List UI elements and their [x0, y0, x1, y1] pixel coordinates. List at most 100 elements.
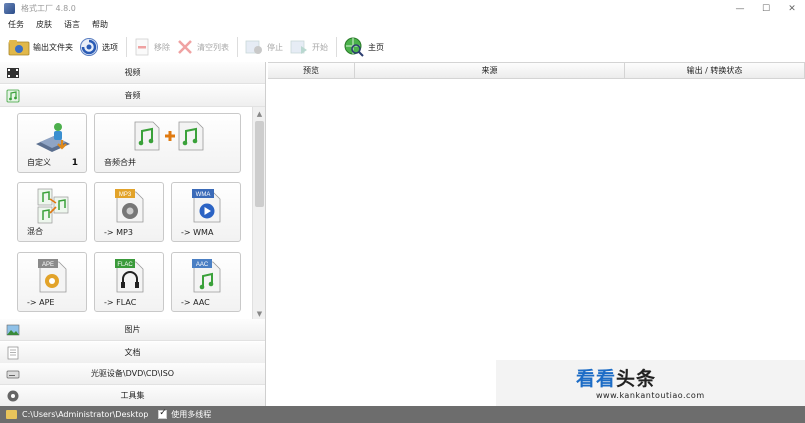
watermark: 看看头条 www.kankantoutiao.com	[496, 360, 805, 406]
tile-to-flac[interactable]: FLAC -> FLAC	[94, 252, 164, 312]
tile-label: 音频合并	[104, 158, 136, 167]
globe-search-icon	[344, 37, 364, 57]
audio-merge-icon	[134, 121, 204, 151]
app-icon	[4, 3, 15, 14]
aac-file-icon: AAC	[192, 259, 221, 293]
status-bar: C:\Users\Administrator\Desktop 使用多线程	[0, 406, 805, 423]
music-note-icon	[6, 89, 20, 103]
category-label: 工具集	[120, 391, 145, 400]
start-button[interactable]: 开始	[289, 35, 328, 59]
multithread-checkbox[interactable]	[158, 408, 168, 419]
watermark-text-b: 头条	[616, 368, 657, 390]
task-list-panel: 预览 来源 输出 / 转换状态	[268, 62, 805, 406]
tile-label: 混合	[27, 227, 43, 236]
window-title: 格式工厂 4.8.0	[21, 4, 76, 13]
toolbar-separator	[237, 37, 238, 57]
stop-button[interactable]: 停止	[244, 35, 283, 59]
category-document[interactable]: 文档	[0, 342, 265, 364]
multithread-label: 使用多线程	[171, 410, 212, 419]
tools-icon	[7, 390, 19, 402]
wma-badge-text: WMA	[196, 192, 211, 198]
tile-to-wma[interactable]: WMA -> WMA	[171, 182, 241, 242]
stop-icon	[245, 40, 262, 54]
category-audio[interactable]: 音频	[0, 85, 265, 107]
title-bar: 格式工厂 4.8.0 — ☐ ✕	[0, 0, 805, 17]
tile-label: 自定义	[27, 158, 51, 167]
options-label: 选项	[102, 42, 118, 52]
tile-audio-merge[interactable]: 音频合并	[94, 113, 241, 173]
tile-mix[interactable]: 混合	[17, 182, 87, 242]
category-label: 音频	[124, 91, 141, 100]
scroll-thumb[interactable]	[255, 121, 264, 207]
category-label: 文档	[124, 348, 141, 357]
tile-label: -> MP3	[104, 228, 133, 237]
clear-icon	[178, 40, 192, 54]
watermark-text-a: 看看	[576, 368, 617, 390]
audio-function-grid: 自定义 1 音频合并 混合 MP3 -> MP3 WMA -> WMA APE …	[0, 107, 265, 320]
toolbar-separator	[126, 37, 127, 57]
menu-help[interactable]: 帮助	[92, 19, 108, 30]
output-folder-button[interactable]: 输出文件夹	[8, 35, 73, 59]
maximize-button[interactable]: ☐	[753, 0, 779, 17]
column-source[interactable]: 来源	[355, 63, 625, 78]
tile-to-ape[interactable]: APE -> APE	[17, 252, 87, 312]
folder-icon	[8, 40, 30, 56]
start-icon	[290, 40, 307, 54]
tile-custom[interactable]: 自定义 1	[17, 113, 87, 173]
minimize-button[interactable]: —	[727, 0, 753, 17]
remove-button[interactable]: 移除	[133, 35, 170, 59]
remove-label: 移除	[154, 42, 170, 52]
tile-to-mp3[interactable]: MP3 -> MP3	[94, 182, 164, 242]
clear-list-button[interactable]: 清空列表	[176, 35, 229, 59]
scroll-up-arrow[interactable]: ▲	[254, 108, 265, 119]
close-button[interactable]: ✕	[779, 0, 805, 17]
tile-label: -> FLAC	[104, 298, 137, 307]
mix-icon	[37, 188, 69, 224]
column-output-status[interactable]: 输出 / 转换状态	[625, 63, 805, 78]
menu-skin[interactable]: 皮肤	[36, 19, 52, 30]
start-label: 开始	[312, 42, 328, 52]
tile-count: 1	[71, 158, 78, 168]
disc-drive-icon	[6, 370, 20, 379]
clear-list-label: 清空列表	[197, 42, 229, 52]
task-table-header: 预览 来源 输出 / 转换状态	[268, 62, 805, 79]
toolbar: 输出文件夹 选项 移除 清空列表 停止 开始 主页	[0, 33, 805, 61]
watermark-logo: 看看头条	[576, 364, 656, 391]
home-button[interactable]: 主页	[343, 35, 384, 59]
category-disc[interactable]: 光驱设备\DVD\CD\ISO	[0, 363, 265, 385]
options-button[interactable]: 选项	[79, 35, 118, 59]
watermark-url: www.kankantoutiao.com	[596, 391, 705, 400]
picture-icon	[6, 324, 20, 336]
output-folder-label: 输出文件夹	[33, 42, 73, 52]
film-icon	[7, 68, 19, 78]
menu-task[interactable]: 任务	[8, 19, 24, 30]
category-image[interactable]: 图片	[0, 319, 265, 341]
options-icon	[80, 38, 98, 56]
wma-file-icon: WMA	[192, 189, 221, 223]
category-video[interactable]: 视频	[0, 62, 265, 84]
toolbar-separator	[336, 37, 337, 57]
function-scrollbar[interactable]: ▲ ▼	[252, 107, 265, 320]
column-preview[interactable]: 预览	[268, 63, 355, 78]
category-tools[interactable]: 工具集	[0, 385, 265, 407]
document-icon	[7, 346, 19, 360]
category-label: 光驱设备\DVD\CD\ISO	[90, 369, 175, 378]
scroll-down-arrow[interactable]: ▼	[254, 308, 265, 319]
window-controls: — ☐ ✕	[727, 0, 805, 17]
mp3-file-icon: MP3	[115, 189, 144, 223]
tile-to-aac[interactable]: AAC -> AAC	[171, 252, 241, 312]
custom-icon	[36, 123, 70, 152]
aac-badge-text: AAC	[196, 262, 209, 268]
ape-file-icon: APE	[38, 259, 67, 293]
category-label: 视频	[124, 68, 141, 77]
menu-language[interactable]: 语言	[64, 19, 80, 30]
tile-label: -> APE	[27, 298, 55, 307]
remove-icon	[135, 38, 149, 56]
function-panel: 视频 音频 自定义 1 音频合并 混合 MP3 -> MP3 WMA -> WM…	[0, 62, 266, 407]
category-label: 图片	[124, 325, 141, 334]
tile-label: -> AAC	[181, 298, 210, 307]
tile-label: -> WMA	[181, 228, 214, 237]
output-path[interactable]: C:\Users\Administrator\Desktop	[22, 410, 148, 419]
stop-label: 停止	[267, 42, 283, 52]
folder-icon[interactable]	[6, 410, 17, 419]
